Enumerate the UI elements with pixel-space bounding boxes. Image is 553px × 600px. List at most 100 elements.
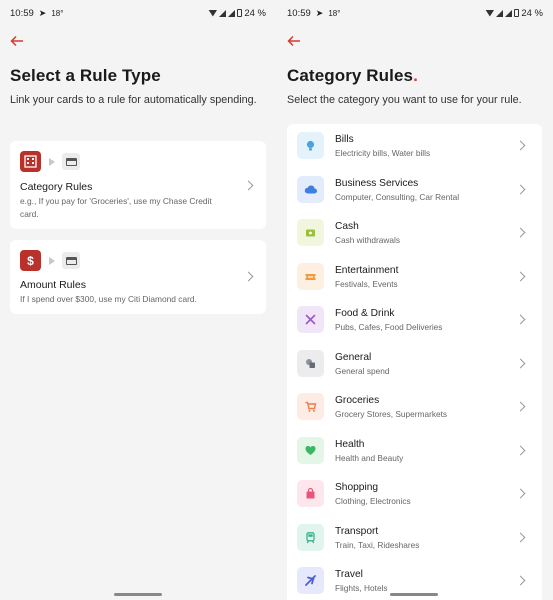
- signal-icon: [496, 9, 504, 17]
- ticket-icon: [297, 262, 324, 290]
- cash-icon: [297, 219, 324, 246]
- status-temp: 18°: [51, 8, 64, 18]
- status-battery: 24 %: [521, 7, 543, 19]
- category-item-shopping[interactable]: Shopping Clothing, Electronics: [287, 472, 542, 516]
- utensils-icon: [297, 306, 324, 333]
- cloud-icon: [297, 175, 324, 203]
- wifi-icon: [485, 9, 495, 17]
- status-temp: 18°: [328, 8, 341, 18]
- category-item-business-services[interactable]: Business Services Computer, Consulting, C…: [287, 168, 542, 212]
- chevron-right-icon: [515, 140, 526, 151]
- wifi-icon: [208, 9, 218, 17]
- category-item-transport[interactable]: Transport Train, Taxi, Rideshares: [287, 516, 542, 560]
- chevron-right-icon: [515, 271, 526, 281]
- telegram-icon: ➤: [38, 7, 47, 18]
- heart-icon: [297, 436, 324, 464]
- category-desc: Computer, Consulting, Car Rental: [335, 191, 460, 202]
- shapes-icon: [297, 349, 324, 377]
- back-arrow-icon[interactable]: [287, 34, 303, 50]
- battery-icon: [237, 9, 243, 17]
- rule-desc: e.g., If you pay for 'Groceries', use my…: [20, 196, 212, 219]
- category-name: Entertainment: [335, 264, 399, 276]
- telegram-icon: ➤: [315, 7, 324, 18]
- category-list: Bills Electricity bills, Water bills Busin…: [287, 124, 542, 600]
- status-time: 10:59: [10, 7, 34, 19]
- category-name: Groceries: [335, 395, 380, 406]
- app-root: 10:59 ➤ 18° 24 % Select a Rule Type Link…: [0, 0, 553, 600]
- nav-gesture-bar[interactable]: [114, 593, 162, 596]
- arrow-right-icon: [49, 157, 55, 166]
- chevron-right-icon: [515, 358, 526, 368]
- category-item-bills[interactable]: Bills Electricity bills, Water bills: [287, 124, 542, 168]
- signal-icon-2: [228, 9, 236, 17]
- amount-rules-card[interactable]: $ Amount Rules If I spend over $300, use…: [10, 240, 266, 314]
- chevron-right-icon: [243, 271, 254, 282]
- category-desc: Clothing, Electronics: [335, 496, 411, 506]
- lightbulb-icon: [297, 132, 324, 159]
- chevron-right-icon: [515, 488, 526, 499]
- chevron-right-icon: [515, 401, 526, 412]
- category-desc: Cash withdrawals: [335, 235, 401, 245]
- arrow-right-icon: [49, 256, 55, 265]
- status-bar: 10:59 ➤ 18° 24 %: [0, 0, 276, 26]
- page-title: Select a Rule Type: [10, 66, 161, 85]
- dollar-icon: $: [20, 250, 41, 271]
- chevron-right-icon: [515, 445, 526, 455]
- category-desc: Health and Beauty: [335, 452, 404, 463]
- category-rules-card[interactable]: Category Rules e.g., If you pay for 'Gro…: [10, 141, 266, 229]
- building-icon: [20, 151, 41, 172]
- cart-icon: [297, 393, 324, 420]
- category-name: Business Services: [335, 177, 419, 189]
- category-item-health[interactable]: Health Health and Beauty: [287, 429, 542, 473]
- category-item-entertainment[interactable]: Entertainment Festivals, Events: [287, 255, 542, 299]
- page-subtitle: Select the category you want to use for …: [287, 94, 522, 106]
- status-battery: 24 %: [244, 7, 266, 19]
- chevron-right-icon: [515, 184, 526, 194]
- rule-name: Amount Rules: [20, 279, 86, 291]
- chevron-right-icon: [515, 314, 526, 325]
- category-desc: Train, Taxi, Rideshares: [335, 539, 420, 550]
- category-name: Shopping: [335, 482, 379, 493]
- chevron-right-icon: [515, 532, 526, 542]
- category-name: Cash: [335, 221, 359, 232]
- category-desc: Flights, Hotels: [335, 583, 388, 593]
- chevron-right-icon: [515, 227, 526, 238]
- back-arrow-icon[interactable]: [10, 34, 26, 50]
- page-title-text: Category Rules: [287, 66, 414, 85]
- category-name: Bills: [335, 134, 354, 145]
- nav-gesture-bar[interactable]: [390, 593, 438, 596]
- credit-card-icon: [62, 153, 80, 170]
- category-name: Transport: [335, 525, 379, 537]
- chevron-right-icon: [243, 180, 254, 191]
- category-desc: Grocery Stores, Supermarkets: [335, 409, 448, 419]
- signal-icon-2: [505, 9, 513, 17]
- category-name: Travel: [335, 569, 363, 580]
- status-bar: 10:59 ➤ 18° 24 %: [277, 0, 553, 26]
- category-desc: Electricity bills, Water bills: [335, 148, 431, 158]
- status-time: 10:59: [287, 7, 311, 19]
- category-name: General: [335, 351, 372, 363]
- category-desc: Festivals, Events: [335, 278, 398, 289]
- category-item-general[interactable]: General General spend: [287, 342, 542, 386]
- page-title: Category Rules.: [287, 66, 418, 86]
- category-item-food-drink[interactable]: Food & Drink Pubs, Cafes, Food Deliveries: [287, 298, 542, 342]
- rule-name: Category Rules: [20, 181, 93, 193]
- title-dot: .: [413, 66, 418, 85]
- category-item-cash[interactable]: Cash Cash withdrawals: [287, 211, 542, 255]
- battery-icon: [514, 9, 520, 17]
- category-desc: Pubs, Cafes, Food Deliveries: [335, 322, 443, 332]
- rule-desc: If I spend over $300, use my Citi Diamon…: [20, 294, 197, 304]
- plane-icon: [297, 567, 324, 594]
- chevron-right-icon: [515, 575, 526, 586]
- signal-icon: [219, 9, 227, 17]
- category-desc: General spend: [335, 365, 390, 376]
- category-name: Health: [335, 438, 365, 450]
- credit-card-icon: [62, 252, 80, 269]
- bag-icon: [297, 480, 324, 507]
- category-name: Food & Drink: [335, 308, 395, 319]
- category-item-groceries[interactable]: Groceries Grocery Stores, Supermarkets: [287, 385, 542, 429]
- page-subtitle: Link your cards to a rule for automatica…: [10, 94, 257, 106]
- train-icon: [297, 523, 324, 551]
- rule-type-screen: 10:59 ➤ 18° 24 % Select a Rule Type Link…: [0, 0, 276, 600]
- category-rules-screen: 10:59 ➤ 18° 24 % Category Rules. Select …: [277, 0, 553, 600]
